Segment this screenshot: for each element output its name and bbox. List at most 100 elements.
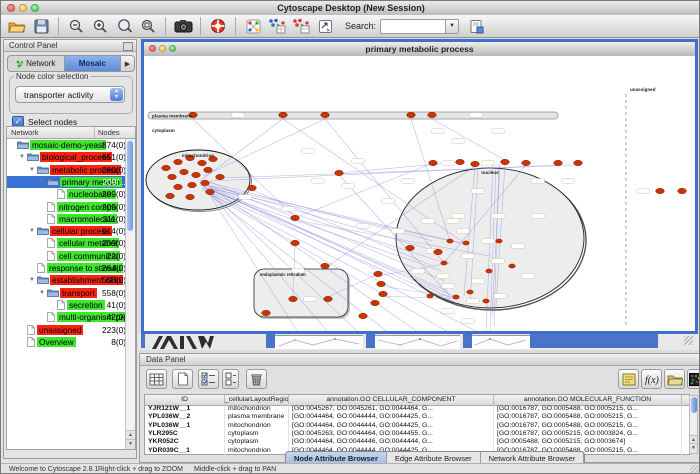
network-node[interactable]	[371, 300, 380, 305]
tree-scrollbar[interactable]: ▲ ▼	[125, 139, 135, 449]
network-node[interactable]	[174, 184, 183, 189]
help-button[interactable]	[207, 16, 229, 36]
unselect-attributes-button[interactable]	[222, 369, 239, 389]
network-node[interactable]	[204, 167, 213, 172]
new-attribute-button[interactable]	[172, 369, 193, 389]
tree-column-nodes[interactable]: Nodes	[95, 127, 135, 138]
snapshot-button[interactable]	[172, 16, 194, 36]
network-node[interactable]	[427, 294, 434, 298]
save-button[interactable]	[30, 16, 52, 36]
network-node[interactable]	[321, 263, 330, 268]
table-row-YPL036W__2[interactable]: YPL036W__2plasma membrane[GO:0044464, GO…	[145, 413, 689, 421]
network-canvas[interactable]: plasma membranecytoplasmmitochondrionnuc…	[144, 56, 695, 331]
zoom-in-button[interactable]	[89, 16, 111, 36]
tree-row-multi-organism-pro[interactable]: multi-organism pro42(0)	[7, 311, 128, 323]
network-node[interactable]	[522, 160, 531, 165]
network-overview-button[interactable]	[242, 16, 264, 36]
tree-scroll-thumb[interactable]	[127, 141, 133, 231]
network-node[interactable]	[509, 264, 516, 268]
network-node[interactable]	[166, 193, 175, 198]
resize-grip[interactable]	[690, 465, 700, 474]
copy-edge-attributes-button[interactable]	[290, 16, 312, 36]
network-node[interactable]	[291, 240, 300, 245]
table-row-YPL036W__1[interactable]: YPL036W__1mitochondrion[GO:0044464, GO:0…	[145, 422, 689, 430]
network-node[interactable]	[186, 194, 195, 199]
tree-expander-icon[interactable]: ▼	[29, 277, 35, 283]
zoom-out-button[interactable]	[65, 16, 87, 36]
tree-row-biological-process[interactable]: ▼biological_process651(0)	[7, 151, 128, 163]
network-node[interactable]	[289, 296, 298, 301]
tree-row-cell-communicat[interactable]: cell communicat22(0)	[7, 250, 128, 262]
delete-attribute-button[interactable]	[246, 369, 267, 389]
function-builder-button[interactable]: f(x)	[641, 369, 662, 389]
search-input[interactable]	[380, 19, 446, 34]
network-node[interactable]	[678, 188, 687, 193]
scroll-down-arrow[interactable]: ▼	[690, 443, 697, 453]
compartment-plasma-membrane[interactable]	[148, 112, 558, 119]
tree-row-metabolic-process[interactable]: ▼metabolic process280(0)	[7, 164, 128, 176]
tree-row-nitrogen-compo[interactable]: nitrogen compo209(0)	[7, 201, 128, 213]
network-node[interactable]	[656, 188, 665, 193]
network-node[interactable]	[496, 239, 503, 243]
network-node[interactable]	[441, 261, 448, 265]
network-node[interactable]	[291, 215, 300, 220]
network-node[interactable]	[574, 160, 583, 165]
network-node[interactable]	[192, 172, 201, 177]
network-node[interactable]	[262, 310, 271, 315]
hidden-window-preview[interactable]	[472, 335, 530, 349]
tree-expander-icon[interactable]: ▼	[39, 290, 45, 296]
network-node[interactable]	[321, 112, 330, 117]
network-node[interactable]	[374, 271, 383, 276]
network-node[interactable]	[379, 291, 388, 296]
resize-grip[interactable]	[684, 336, 693, 345]
network-window-titlebar[interactable]: primary metabolic process	[144, 42, 695, 57]
table-scrollbar[interactable]: ▲ ▼	[689, 395, 698, 454]
network-node[interactable]	[463, 241, 470, 245]
column-header-0[interactable]: ID	[145, 395, 225, 405]
tree-expander-icon[interactable]: ▼	[29, 228, 35, 234]
table-row-YKR052C[interactable]: YKR052Ccytoplasm[GO:0044464, GO:0044446,…	[145, 438, 689, 446]
network-node[interactable]	[180, 169, 189, 174]
network-node[interactable]	[188, 182, 197, 187]
tab-mosaic[interactable]: Mosaic	[65, 56, 122, 71]
network-node[interactable]	[501, 159, 510, 164]
tree-row-unassigned[interactable]: unassigned223(0)	[7, 324, 128, 336]
annotation-pad-button[interactable]	[618, 369, 639, 389]
window-edge[interactable]	[366, 334, 375, 348]
network-node[interactable]	[201, 180, 210, 185]
window-edge[interactable]	[266, 334, 275, 348]
network-node[interactable]	[428, 112, 437, 117]
tab-overflow-button[interactable]: ▶	[121, 56, 134, 71]
tree-expander-icon[interactable]: ▼	[19, 154, 25, 160]
network-node[interactable]	[359, 313, 368, 318]
network-node[interactable]	[377, 281, 386, 286]
open-file-button[interactable]	[6, 16, 28, 36]
float-panel-icon[interactable]	[123, 42, 133, 51]
network-node[interactable]	[216, 174, 225, 179]
zoom-fit-button[interactable]	[137, 16, 159, 36]
import-folder-button[interactable]	[664, 369, 685, 389]
zoom-selected-button[interactable]	[113, 16, 135, 36]
network-node[interactable]	[248, 185, 257, 190]
network-node[interactable]	[335, 170, 344, 175]
network-node[interactable]	[174, 159, 183, 164]
network-node[interactable]	[206, 189, 215, 194]
hidden-window-preview[interactable]	[275, 335, 363, 349]
network-node[interactable]	[467, 290, 474, 294]
annotation-transfer-button[interactable]	[314, 16, 336, 36]
tree-row-establishment-of-lo[interactable]: ▼establishment of lo558(0)	[7, 274, 128, 286]
network-node[interactable]	[279, 112, 288, 117]
tree-expander-icon[interactable]: ▼	[29, 167, 35, 173]
tree-row-macromolecule[interactable]: macromolecule311(0)	[7, 213, 128, 225]
network-node[interactable]	[168, 174, 177, 179]
hidden-window-preview[interactable]	[375, 335, 460, 349]
table-row-YJR121W__1[interactable]: YJR121W__1mitochondrion[GO:0045267, GO:0…	[145, 405, 689, 413]
network-node[interactable]	[429, 160, 438, 165]
network-node[interactable]	[471, 161, 480, 166]
network-node[interactable]	[198, 160, 207, 165]
import-attributes-button[interactable]	[465, 16, 487, 36]
network-node[interactable]	[324, 296, 333, 301]
tree-row-secretion[interactable]: secretion41(0)	[7, 299, 128, 311]
copy-node-attributes-button[interactable]	[266, 16, 288, 36]
tree-row-mosaic-demo-yeast[interactable]: mosaic-demo-yeast874(0)	[7, 139, 128, 151]
